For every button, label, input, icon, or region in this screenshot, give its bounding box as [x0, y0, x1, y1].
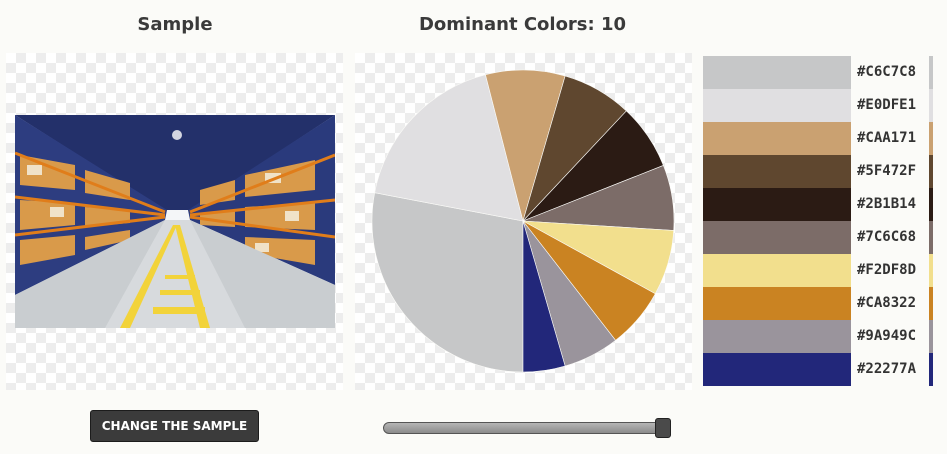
swatch-row: #22277A — [703, 353, 933, 386]
swatch-color-block — [703, 353, 851, 386]
swatch-row: #CA8322 — [703, 287, 933, 320]
swatch-color-block — [703, 320, 851, 353]
swatch-list: #C6C7C8 #E0DFE1 #CAA171 #5F472F #2B1B14 #7C6C… — [703, 56, 933, 386]
swatch-hex-label: #2B1B14 — [857, 196, 917, 212]
swatch-color-block — [703, 155, 851, 188]
swatch-row: #F2DF8D — [703, 254, 933, 287]
swatch-hex-label: #22277A — [857, 361, 917, 377]
swatch-hex-label: #CAA171 — [857, 130, 917, 146]
swatch-hex-label: #F2DF8D — [857, 262, 917, 278]
pie-slice-1 — [371, 192, 524, 373]
dominant-colors-count: 10 — [601, 14, 627, 35]
swatch-color-block — [703, 56, 851, 89]
slider-thumb[interactable] — [655, 418, 671, 438]
swatch-edge — [929, 56, 933, 89]
swatch-edge — [929, 353, 933, 386]
dominant-colors-label: Dominant Colors: — [418, 14, 595, 35]
swatch-edge — [929, 221, 933, 254]
swatch-hex-label: #5F472F — [857, 163, 917, 179]
swatch-color-block — [703, 89, 851, 122]
dominant-colors-title: Dominant Colors: 10 — [390, 14, 655, 42]
swatch-edge — [929, 254, 933, 287]
swatch-hex-label: #C6C7C8 — [857, 64, 917, 80]
swatch-row: #7C6C68 — [703, 221, 933, 254]
swatch-hex-label: #7C6C68 — [857, 229, 917, 245]
swatch-edge — [929, 122, 933, 155]
swatch-hex-label: #9A949C — [857, 328, 917, 344]
color-count-slider[interactable] — [383, 418, 671, 438]
pie-panel — [355, 53, 692, 390]
swatch-hex-label: #CA8322 — [857, 295, 917, 311]
swatch-edge — [929, 155, 933, 188]
swatch-edge — [929, 188, 933, 221]
swatch-edge — [929, 287, 933, 320]
swatch-row: #C6C7C8 — [703, 56, 933, 89]
swatch-row: #E0DFE1 — [703, 89, 933, 122]
swatch-hex-label: #E0DFE1 — [857, 97, 917, 113]
swatch-row: #2B1B14 — [703, 188, 933, 221]
swatch-color-block — [703, 287, 851, 320]
dominant-colors-pie-chart — [371, 69, 675, 373]
swatch-edge — [929, 320, 933, 353]
sample-panel — [6, 53, 343, 390]
swatch-edge — [929, 89, 933, 122]
sample-title: Sample — [137, 14, 213, 35]
swatch-color-block — [703, 254, 851, 287]
swatch-color-block — [703, 221, 851, 254]
slider-track[interactable] — [383, 422, 671, 434]
swatch-color-block — [703, 122, 851, 155]
swatch-row: #9A949C — [703, 320, 933, 353]
warehouse-sample-image — [15, 115, 335, 328]
swatch-color-block — [703, 188, 851, 221]
swatch-row: #5F472F — [703, 155, 933, 188]
swatch-row: #CAA171 — [703, 122, 933, 155]
change-sample-button[interactable]: CHANGE THE SAMPLE — [90, 410, 259, 442]
